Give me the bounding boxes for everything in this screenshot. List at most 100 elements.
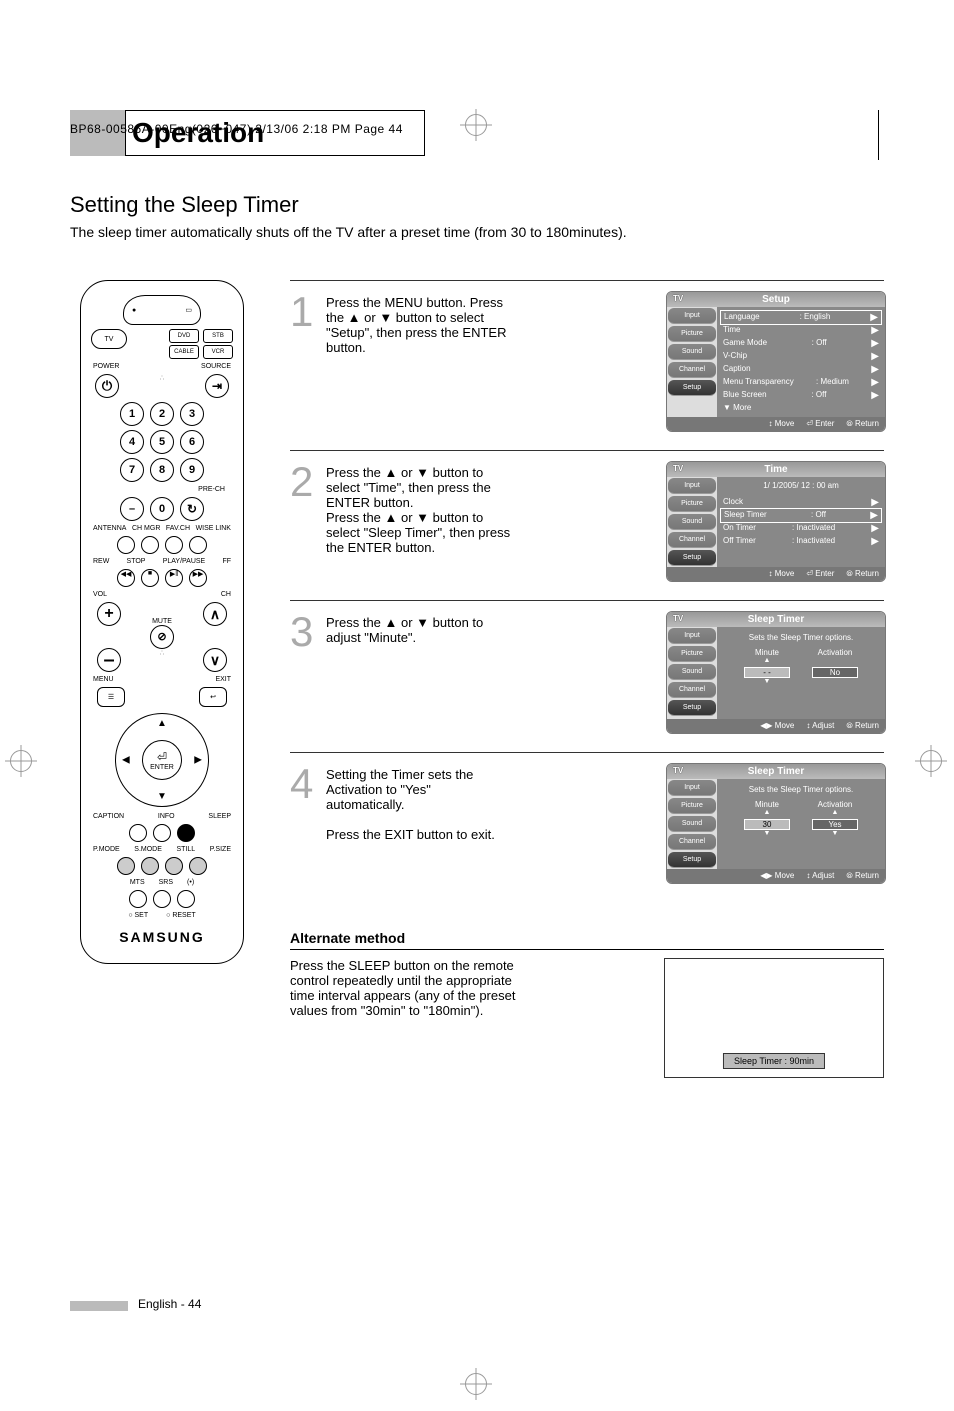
osd-nav-item[interactable]: Sound: [668, 514, 716, 530]
osd-row[interactable]: Language: English▶: [720, 310, 882, 325]
chmgr-button[interactable]: [141, 536, 159, 554]
activation-value[interactable]: Yes: [812, 819, 858, 830]
minute-value[interactable]: 30: [744, 819, 790, 830]
osd-nav-item[interactable]: Input: [668, 478, 716, 494]
osd-row[interactable]: Time▶: [723, 324, 879, 337]
osd-row[interactable]: ▼ More: [723, 402, 879, 413]
prech-label: PRE-CH: [198, 486, 225, 493]
num-0[interactable]: 0: [150, 497, 174, 521]
activation-value[interactable]: No: [812, 667, 858, 678]
rec-button[interactable]: [177, 890, 195, 908]
vol-up[interactable]: +: [97, 602, 121, 626]
osd-nav-item[interactable]: Setup: [668, 550, 716, 566]
favch-button[interactable]: [165, 536, 183, 554]
num-4[interactable]: 4: [120, 430, 144, 454]
mute-button[interactable]: ⊘: [150, 625, 174, 649]
osd-nav-item[interactable]: Picture: [668, 798, 716, 814]
step-number: 2: [290, 461, 326, 582]
playpause-button[interactable]: ▶ǁ: [165, 569, 183, 587]
pmode-button[interactable]: [117, 857, 135, 875]
crop-mark-bottom: [465, 1373, 489, 1397]
osd-nav-item[interactable]: Picture: [668, 496, 716, 512]
prech-button[interactable]: ↻: [180, 497, 204, 521]
osd-nav-item[interactable]: Sound: [668, 664, 716, 680]
ch-up[interactable]: ∧: [203, 602, 227, 626]
power-button[interactable]: ⏻: [95, 374, 119, 398]
osd-nav-item[interactable]: Setup: [668, 380, 716, 396]
rew-button[interactable]: ◀◀: [117, 569, 135, 587]
psize-button[interactable]: [189, 857, 207, 875]
ch-down[interactable]: ∨: [203, 648, 227, 672]
osd-nav-item[interactable]: Input: [668, 780, 716, 796]
osd-row[interactable]: Off Timer: Inactivated▶: [723, 535, 879, 548]
dpad[interactable]: ▲ ▼ ◀ ▶ ⏎ENTER: [115, 713, 209, 807]
osd-row[interactable]: On Timer: Inactivated▶: [723, 522, 879, 535]
osd-row[interactable]: Game Mode: Off▶: [723, 337, 879, 350]
osd-nav-item[interactable]: Picture: [668, 326, 716, 342]
osd-nav-item[interactable]: Channel: [668, 834, 716, 850]
osd-row[interactable]: Caption▶: [723, 363, 879, 376]
smode-button[interactable]: [141, 857, 159, 875]
chevron-right-icon: ▶: [871, 536, 879, 547]
num-8[interactable]: 8: [150, 458, 174, 482]
osd-nav-item[interactable]: Picture: [668, 646, 716, 662]
num-3[interactable]: 3: [180, 402, 204, 426]
info-button[interactable]: [153, 824, 171, 842]
srs-button[interactable]: [153, 890, 171, 908]
vol-down[interactable]: –: [97, 648, 121, 672]
num-5[interactable]: 5: [150, 430, 174, 454]
mts-button[interactable]: [129, 890, 147, 908]
osd-nav-item[interactable]: Setup: [668, 852, 716, 868]
dash-button[interactable]: –: [120, 497, 144, 521]
dpad-up[interactable]: ▲: [157, 718, 167, 729]
osd-row[interactable]: Sleep Timer: Off▶: [720, 508, 882, 523]
ff-button[interactable]: ▶▶: [189, 569, 207, 587]
osd-nav-item[interactable]: Channel: [668, 682, 716, 698]
enter-button[interactable]: ⏎ENTER: [142, 740, 182, 780]
stop-button[interactable]: ■: [141, 569, 159, 587]
dpad-right[interactable]: ▶: [194, 755, 202, 766]
osd-tv-label: TV: [673, 614, 683, 623]
sleep-button[interactable]: [177, 824, 195, 842]
caption-label: CAPTION: [93, 813, 124, 820]
osd-row[interactable]: Menu Transparency: Medium▶: [723, 376, 879, 389]
device-vcr[interactable]: VCR: [203, 345, 233, 359]
osd-panel: TimeTVInputPictureSoundChannelSetup1/ 1/…: [666, 461, 886, 582]
dpad-left[interactable]: ◀: [122, 755, 130, 766]
minute-value[interactable]: - -: [744, 667, 790, 678]
osd-row-value: : Off: [811, 390, 826, 401]
osd-nav-item[interactable]: Channel: [668, 362, 716, 378]
device-cable[interactable]: CABLE: [169, 345, 199, 359]
chevron-right-icon: ▶: [871, 390, 879, 401]
osd-nav-item[interactable]: Setup: [668, 700, 716, 716]
osd-nav-item[interactable]: Input: [668, 308, 716, 324]
source-button[interactable]: ⇥: [205, 374, 229, 398]
device-stb[interactable]: STB: [203, 329, 233, 343]
chevron-right-icon: ▶: [871, 377, 879, 388]
num-2[interactable]: 2: [150, 402, 174, 426]
wiselink-button[interactable]: [189, 536, 207, 554]
osd-row[interactable]: Blue Screen: Off▶: [723, 389, 879, 402]
osd-nav-item[interactable]: Channel: [668, 532, 716, 548]
tv-button[interactable]: TV: [91, 329, 127, 349]
num-1[interactable]: 1: [120, 402, 144, 426]
num-7[interactable]: 7: [120, 458, 144, 482]
dpad-down[interactable]: ▼: [157, 791, 167, 802]
osd-nav-item[interactable]: Sound: [668, 816, 716, 832]
osd-nav-item[interactable]: Input: [668, 628, 716, 644]
step-text: Press the MENU button. Press the ▲ or ▼ …: [326, 291, 512, 432]
num-9[interactable]: 9: [180, 458, 204, 482]
exit-button[interactable]: ↩: [199, 687, 227, 707]
menu-button[interactable]: ☰: [97, 687, 125, 707]
step-text: Setting the Timer sets the Activation to…: [326, 763, 512, 884]
osd-nav-item[interactable]: Sound: [668, 344, 716, 360]
osd-row[interactable]: V-Chip▶: [723, 350, 879, 363]
device-dvd[interactable]: DVD: [169, 329, 199, 343]
menu-label: MENU: [93, 676, 114, 683]
still-button[interactable]: [165, 857, 183, 875]
antenna-button[interactable]: [117, 536, 135, 554]
num-6[interactable]: 6: [180, 430, 204, 454]
osd-title: TimeTV: [667, 462, 885, 477]
caption-button[interactable]: [129, 824, 147, 842]
osd-row-label: Clock: [723, 497, 743, 508]
